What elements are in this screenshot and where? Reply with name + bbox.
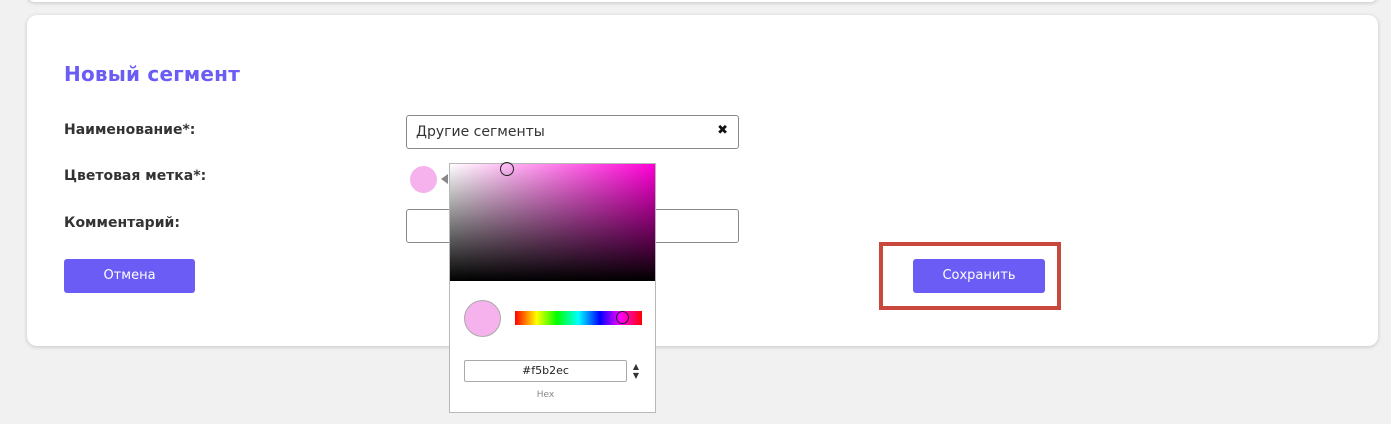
- previous-card: [27, 0, 1378, 2]
- hue-slider[interactable]: [515, 311, 642, 325]
- hex-input[interactable]: #f5b2ec: [464, 360, 627, 382]
- name-label: Наименование*:: [64, 122, 196, 138]
- swatch-arrow-icon: [441, 174, 448, 184]
- clear-icon[interactable]: ✖: [717, 123, 728, 138]
- format-toggle[interactable]: ▲ ▼: [631, 362, 641, 380]
- save-highlight-box: [879, 242, 1061, 310]
- new-segment-card: Новый сегмент Наименование*: Другие сегм…: [27, 15, 1378, 346]
- hex-label: Hex: [536, 390, 555, 400]
- hue-thumb[interactable]: [616, 311, 629, 324]
- saturation-area[interactable]: [450, 162, 655, 281]
- arrow-up-icon: ▲: [632, 362, 640, 371]
- page-title: Новый сегмент: [64, 62, 240, 86]
- cancel-button[interactable]: Отмена: [64, 259, 195, 293]
- color-swatch[interactable]: [410, 166, 437, 193]
- arrow-down-icon: ▼: [632, 371, 640, 380]
- color-label: Цветовая метка*:: [64, 168, 207, 184]
- color-picker-popup: #f5b2ec ▲ ▼ Hex: [449, 162, 656, 413]
- color-preview: [464, 300, 501, 337]
- saturation-cursor[interactable]: [500, 162, 514, 176]
- name-input[interactable]: Другие сегменты ✖: [406, 115, 739, 149]
- comment-label: Комментарий:: [64, 215, 180, 231]
- name-input-value: Другие сегменты: [416, 124, 545, 140]
